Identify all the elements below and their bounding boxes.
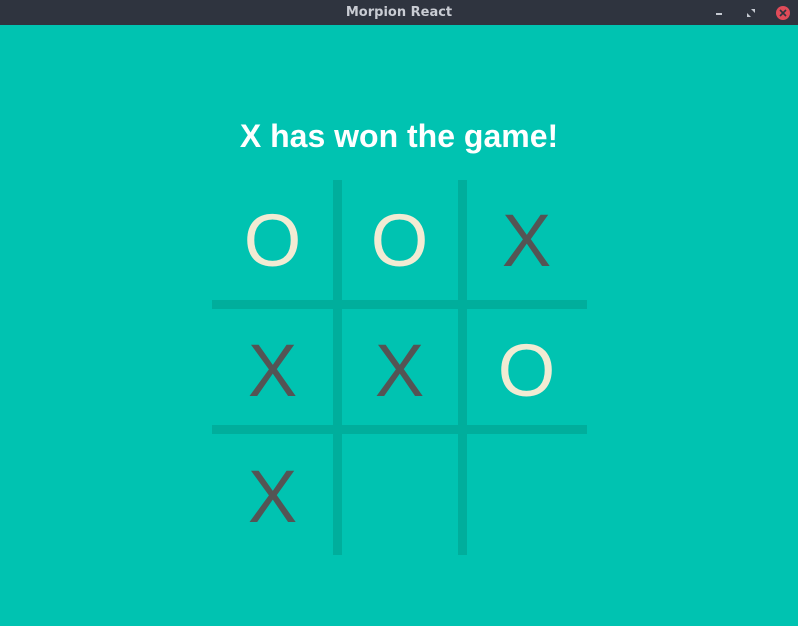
board-cell[interactable]: O	[468, 312, 585, 429]
board-cell[interactable]: X	[214, 312, 331, 429]
grid-line	[458, 180, 467, 555]
minimize-button[interactable]	[711, 5, 726, 20]
board-cell[interactable]	[468, 438, 585, 555]
title-bar: Morpion React	[0, 0, 798, 25]
board-cell[interactable]: X	[341, 312, 458, 429]
maximize-button[interactable]	[743, 5, 758, 20]
game-status: X has won the game!	[239, 118, 559, 154]
window-title: Morpion React	[345, 5, 453, 20]
maximize-icon	[746, 8, 755, 17]
game-area: X has won the game! O O X X X O X	[0, 25, 798, 626]
board-cell[interactable]: X	[214, 438, 331, 555]
board-cell[interactable]: O	[214, 182, 331, 299]
board-cell[interactable]	[341, 438, 458, 555]
board-cell[interactable]: X	[468, 182, 585, 299]
close-icon	[775, 5, 790, 20]
board-cell[interactable]: O	[341, 182, 458, 299]
app-window: Morpion React X has won the game! O O X …	[0, 0, 798, 626]
game-board: O O X X X O X	[212, 180, 587, 555]
minimize-icon	[715, 12, 722, 15]
grid-line	[212, 300, 587, 309]
close-button[interactable]	[775, 5, 790, 20]
